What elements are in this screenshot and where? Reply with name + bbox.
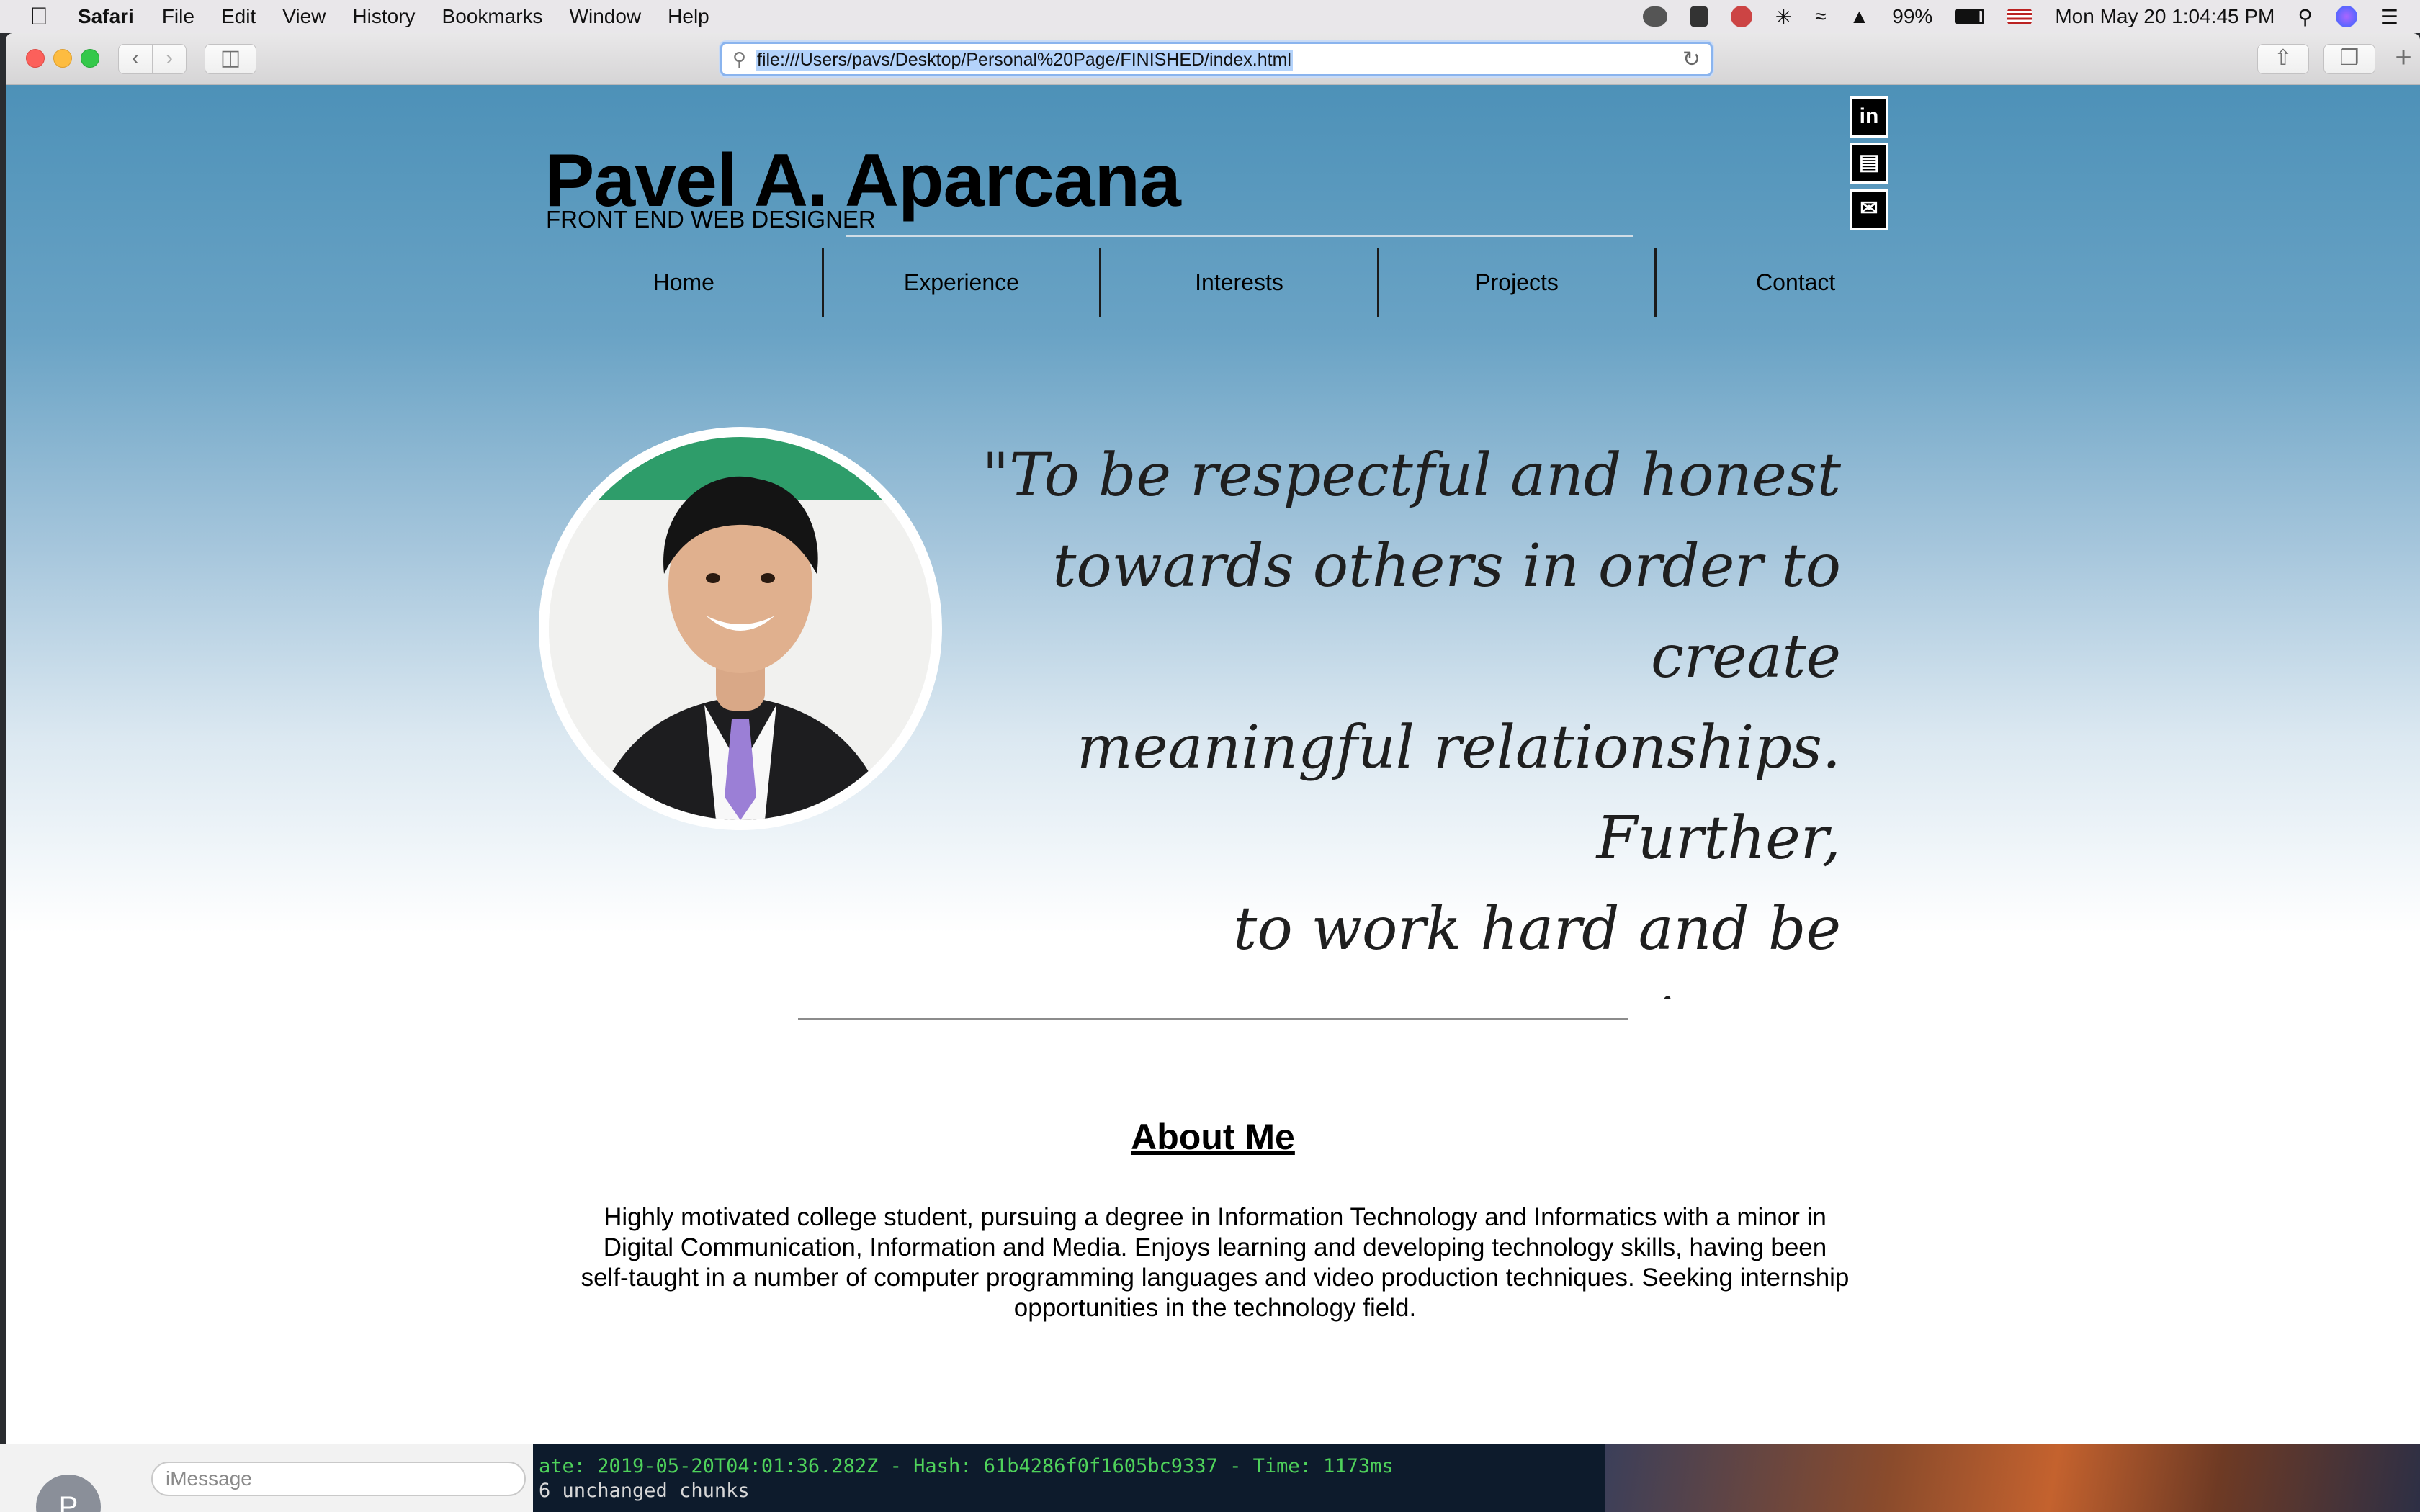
- linkedin-icon[interactable]: in: [1850, 96, 1888, 138]
- nav-experience[interactable]: Experience: [824, 248, 1102, 317]
- address-bar[interactable]: ⚲ file:///Users/pavs/Desktop/Personal%20…: [720, 42, 1713, 76]
- about-heading: About Me: [1131, 1117, 1295, 1157]
- portrait-illustration: [549, 437, 932, 820]
- spotlight-search-icon[interactable]: ⚲: [2298, 5, 2313, 29]
- search-icon: ⚲: [732, 48, 747, 70]
- terminal-line: 6 unchanged chunks: [539, 1480, 750, 1502]
- share-icon[interactable]: ⇧: [2257, 44, 2309, 74]
- maximize-window-button[interactable]: [81, 49, 99, 68]
- imessage-input[interactable]: iMessage: [151, 1462, 526, 1496]
- nav-projects[interactable]: Projects: [1379, 248, 1657, 317]
- sidebar-toggle-icon[interactable]: ◫: [205, 44, 256, 74]
- menu-help[interactable]: Help: [668, 5, 709, 28]
- browser-toolbar: ‹ › ◫ ⚲ file:///Users/pavs/Desktop/Perso…: [6, 33, 2420, 85]
- about-paragraph: Highly motivated college student, pursui…: [581, 1203, 1850, 1322]
- nav-home[interactable]: Home: [546, 248, 824, 317]
- battery-icon[interactable]: [1955, 9, 1985, 24]
- airplay-icon[interactable]: ▲: [1850, 5, 1870, 28]
- forward-button[interactable]: ›: [152, 44, 187, 74]
- document-icon[interactable]: ▤: [1850, 143, 1888, 184]
- bluetooth-icon[interactable]: ✳: [1775, 5, 1792, 29]
- url-text[interactable]: file:///Users/pavs/Desktop/Personal%20Pa…: [756, 50, 1293, 71]
- nav-contact[interactable]: Contact: [1657, 248, 1935, 317]
- clock[interactable]: Mon May 20 1:04:45 PM: [2055, 5, 2275, 28]
- new-tab-icon[interactable]: +: [2387, 43, 2420, 74]
- main-nav: Home Experience Interests Projects Conta…: [546, 248, 1935, 317]
- header-divider: [846, 235, 1634, 237]
- site-subtitle: FRONT END WEB DESIGNER: [546, 206, 876, 233]
- status-area: ✳ ≈ ▲ 99% Mon May 20 1:04:45 PM ⚲ ☰: [1642, 0, 2398, 33]
- social-links: in ▤ ✉: [1850, 96, 1888, 235]
- tab-overview-icon[interactable]: ❐: [2323, 44, 2375, 74]
- avatar-status-icon[interactable]: [1730, 6, 1752, 27]
- creative-cloud-icon[interactable]: [1642, 6, 1667, 27]
- close-window-button[interactable]: [26, 49, 45, 68]
- terminal-window: ate: 2019-05-20T04:01:36.282Z - Hash: 61…: [533, 1444, 1605, 1512]
- menu-window[interactable]: Window: [570, 5, 642, 28]
- minimize-window-button[interactable]: [53, 49, 72, 68]
- menu-file[interactable]: File: [162, 5, 194, 28]
- menu-app-safari[interactable]: Safari: [78, 5, 134, 28]
- profile-photo: [539, 427, 942, 830]
- menu-view[interactable]: View: [282, 5, 326, 28]
- safari-window: ‹ › ◫ ⚲ file:///Users/pavs/Desktop/Perso…: [6, 33, 2420, 1444]
- page-viewport: Pavel A. Aparcana FRONT END WEB DESIGNER…: [6, 85, 2420, 1444]
- battery-percent[interactable]: 99%: [1892, 5, 1932, 28]
- menu-bookmarks[interactable]: Bookmarks: [442, 5, 543, 28]
- desktop-wallpaper: [1605, 1444, 2420, 1512]
- section-divider: [798, 1018, 1628, 1020]
- wifi-icon[interactable]: ≈: [1815, 5, 1826, 28]
- reload-icon[interactable]: ↻: [1682, 47, 1700, 72]
- nav-interests[interactable]: Interests: [1101, 248, 1379, 317]
- siri-icon[interactable]: [2335, 6, 2357, 27]
- app-status-icon[interactable]: [1690, 6, 1708, 27]
- messages-window: P iMessage: [0, 1444, 533, 1512]
- back-button[interactable]: ‹: [118, 44, 153, 74]
- notification-center-icon[interactable]: ☰: [2380, 5, 2398, 29]
- terminal-line: ate: 2019-05-20T04:01:36.282Z - Hash: 61…: [539, 1455, 1394, 1477]
- menu-edit[interactable]: Edit: [221, 5, 256, 28]
- contact-avatar[interactable]: P: [36, 1475, 101, 1512]
- envelope-icon[interactable]: ✉: [1850, 189, 1888, 230]
- us-flag-icon[interactable]: [2007, 9, 2033, 24]
- menu-history[interactable]: History: [352, 5, 415, 28]
- apple-menu-icon[interactable]: : [0, 3, 78, 31]
- personal-quote: "To be respectful and honest towards oth…: [982, 441, 1841, 999]
- menu-bar:  Safari File Edit View History Bookmark…: [0, 0, 2420, 33]
